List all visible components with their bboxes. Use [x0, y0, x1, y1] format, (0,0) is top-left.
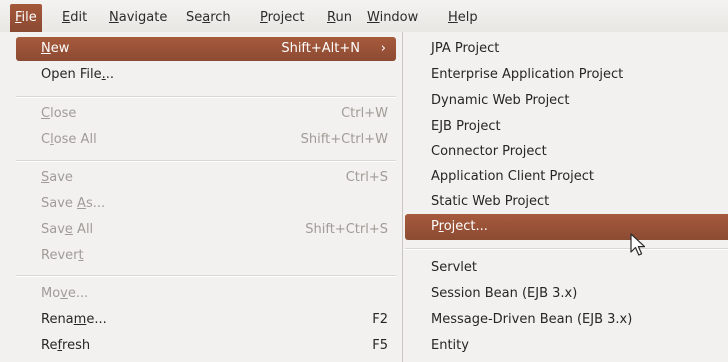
menu-item-new[interactable]: New Shift+Alt+N ›: [16, 37, 396, 61]
menu-search-label: Se: [186, 10, 203, 25]
menu-item-save-shortcut: Ctrl+S: [345, 170, 388, 185]
file-menu: New Shift+Alt+N › Open File... Close Ctr…: [0, 32, 403, 362]
submenu-item-label: Session Bean (EJB 3.x): [431, 286, 578, 301]
menu-search-label-rest: rch: [210, 10, 231, 25]
submenu-item-static-web-project[interactable]: Static Web Project: [405, 189, 728, 215]
submenu-item-label: Message-Driven Bean (EJB 3.x): [431, 312, 633, 327]
mouse-cursor-icon: [630, 233, 646, 256]
menu-navigate-mnemonic: N: [109, 10, 119, 25]
menu-edit-mnemonic: E: [62, 10, 71, 25]
menu-navigate-label-rest: avigate: [118, 10, 168, 25]
submenu-item-connector-project[interactable]: Connector Project: [405, 139, 728, 165]
submenu-item-enterprise-application-project[interactable]: Enterprise Application Project: [405, 62, 728, 88]
menu-item-rename[interactable]: Rename... F2: [16, 308, 396, 332]
menu-item-revert[interactable]: Revert: [16, 244, 396, 268]
submenu-item-servlet[interactable]: Servlet: [405, 255, 728, 281]
menu-navigate[interactable]: Navigate: [104, 4, 172, 32]
menu-item-save-as[interactable]: Save As...: [16, 192, 396, 216]
menu-window-mnemonic: W: [367, 10, 380, 25]
menu-separator: [16, 96, 396, 98]
menu-item-move-label: Move...: [41, 286, 89, 301]
submenu-item-label: Application Client Project: [431, 169, 595, 184]
submenu-item-label: EJB Project: [431, 119, 501, 134]
menu-item-refresh[interactable]: Refresh F5: [16, 334, 396, 358]
submenu-item-dynamic-web-project[interactable]: Dynamic Web Project: [405, 88, 728, 114]
menu-item-close-all-shortcut: Shift+Ctrl+W: [300, 132, 388, 147]
menu-file[interactable]: File: [10, 4, 42, 32]
new-submenu: JPA Project Enterprise Application Proje…: [402, 32, 728, 362]
menu-item-rename-shortcut: F2: [372, 312, 388, 327]
menu-item-save-all-label: Save All: [41, 222, 94, 237]
menu-help-label-rest: elp: [457, 10, 478, 25]
menu-item-refresh-shortcut: F5: [372, 338, 388, 353]
menu-item-new-label: New: [41, 41, 70, 56]
menu-item-open-file-label: Open File...: [41, 67, 115, 82]
menu-run-label-rest: un: [335, 10, 352, 25]
menu-edit[interactable]: Edit: [57, 4, 92, 32]
menu-window[interactable]: Window: [362, 4, 423, 32]
menu-item-close[interactable]: Close Ctrl+W: [16, 102, 396, 126]
submenu-item-entity[interactable]: Entity: [405, 333, 728, 359]
submenu-item-label: JPA Project: [431, 41, 500, 56]
menu-project-label-rest: roject: [267, 10, 305, 25]
menu-item-save-all-shortcut: Shift+Ctrl+S: [305, 222, 388, 237]
menu-search[interactable]: Search: [181, 4, 236, 32]
submenu-item-label: Dynamic Web Project: [431, 93, 570, 108]
menu-item-save-all[interactable]: Save All Shift+Ctrl+S: [16, 218, 396, 242]
menu-separator: [16, 160, 396, 162]
menu-edit-label-rest: dit: [70, 10, 88, 25]
menu-help-mnemonic: H: [448, 10, 458, 25]
menu-item-new-shortcut: Shift+Alt+N: [281, 41, 360, 56]
menu-item-save-label: Save: [41, 170, 73, 185]
submenu-item-application-client-project[interactable]: Application Client Project: [405, 164, 728, 190]
submenu-separator: [405, 248, 728, 250]
menu-item-close-all-label: Close All: [41, 132, 97, 147]
menu-item-revert-label: Revert: [41, 248, 84, 263]
menu-run[interactable]: Run: [322, 4, 357, 32]
menu-item-close-shortcut: Ctrl+W: [341, 106, 388, 121]
submenu-item-project[interactable]: Project...: [405, 214, 728, 240]
menu-item-save-as-label: Save As...: [41, 196, 106, 211]
submenu-item-project-label: Project...: [431, 219, 488, 234]
submenu-item-session-bean[interactable]: Session Bean (EJB 3.x): [405, 281, 728, 307]
menu-item-close-label: Close: [41, 106, 77, 121]
submenu-item-ejb-project[interactable]: EJB Project: [405, 114, 728, 140]
submenu-item-jpa-project[interactable]: JPA Project: [405, 36, 728, 62]
menu-item-open-file[interactable]: Open File...: [16, 63, 396, 87]
menu-project[interactable]: Project: [255, 4, 310, 32]
menu-window-label-rest: indow: [379, 10, 419, 25]
menu-help[interactable]: Help: [443, 4, 483, 32]
submenu-item-label: Static Web Project: [431, 194, 550, 209]
menu-item-save[interactable]: Save Ctrl+S: [16, 166, 396, 190]
submenu-item-message-driven-bean[interactable]: Message-Driven Bean (EJB 3.x): [405, 307, 728, 333]
menu-item-rename-label: Rename...: [41, 312, 107, 327]
menu-separator: [16, 275, 396, 277]
chevron-right-icon: ›: [380, 41, 386, 56]
submenu-item-label: Servlet: [431, 260, 477, 275]
submenu-item-label: Enterprise Application Project: [431, 67, 624, 82]
submenu-item-label: Entity: [431, 338, 469, 353]
submenu-item-label: Connector Project: [431, 144, 547, 159]
menu-item-close-all[interactable]: Close All Shift+Ctrl+W: [16, 128, 396, 152]
menu-file-label-rest: ile: [21, 10, 37, 25]
menu-item-move[interactable]: Move...: [16, 282, 396, 306]
menu-item-refresh-label: Refresh: [41, 338, 91, 353]
menu-project-mnemonic: P: [260, 10, 268, 25]
